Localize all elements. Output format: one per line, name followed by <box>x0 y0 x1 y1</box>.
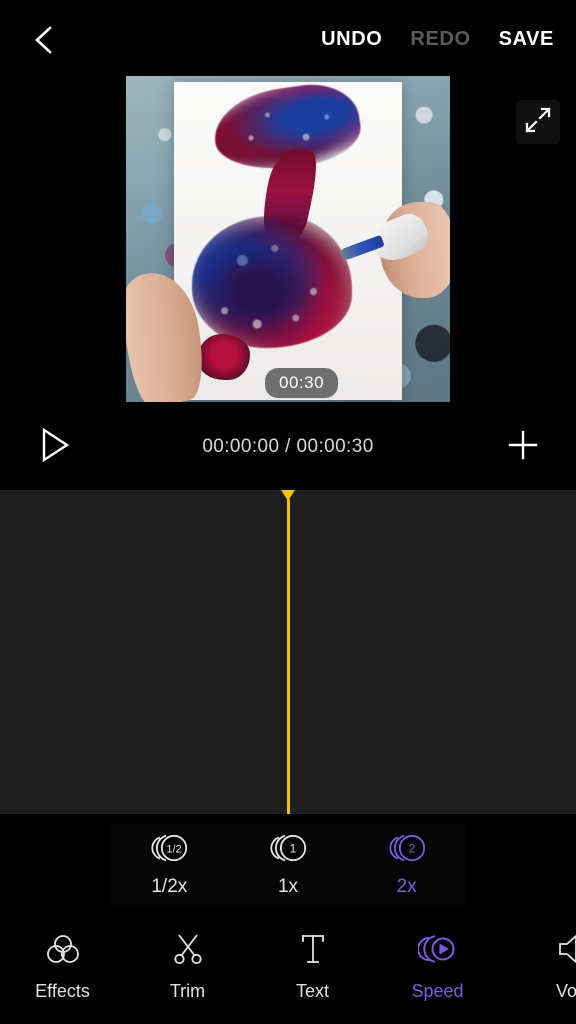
speed-option-label: 1/2x <box>151 876 188 897</box>
preview-stage: 00:30 <box>0 76 576 404</box>
speed-option-double[interactable]: 2 2x <box>359 832 455 898</box>
timeline-track-area[interactable]: 2x <box>0 490 576 814</box>
speed-layers-icon: 1 <box>266 832 310 869</box>
toolbar-item-trim[interactable]: Trim <box>125 932 250 1002</box>
back-button[interactable] <box>18 14 70 66</box>
playhead-line <box>287 499 290 814</box>
duration-badge: 00:30 <box>265 368 339 398</box>
redo-button[interactable]: REDO <box>410 28 470 51</box>
save-button[interactable]: SAVE <box>499 28 554 51</box>
preview-paint-swirl-bottom <box>192 216 352 348</box>
speed-layers-icon: 2 <box>385 832 429 869</box>
undo-button[interactable]: UNDO <box>321 28 382 51</box>
svg-text:2: 2 <box>408 842 415 856</box>
speaker-icon <box>534 932 576 971</box>
speed-play-icon <box>416 932 458 971</box>
toolbar-item-label: Trim <box>169 981 206 1001</box>
video-editor-screen: UNDO REDO SAVE 00:30 00:00:00 / 00:00:30… <box>0 0 576 1024</box>
speed-option-label: 1x <box>277 876 299 897</box>
expand-button[interactable] <box>516 100 560 144</box>
toolbar-item-effects[interactable]: Effects <box>0 932 125 1002</box>
speed-options-panel: 1/2 1/2x 1 1x 2 2x <box>110 824 466 906</box>
video-preview[interactable]: 00:30 <box>126 76 450 402</box>
chevron-left-icon <box>31 24 57 56</box>
toolbar-item-label: Volu <box>555 981 576 1001</box>
preview-paint-drip <box>198 334 250 380</box>
timecode-display: 00:00:00 / 00:00:30 <box>202 436 374 457</box>
toolbar-item-label: Speed <box>411 981 464 1001</box>
speed-option-normal[interactable]: 1 1x <box>240 832 336 898</box>
plus-icon <box>507 429 539 466</box>
venn-circles-icon <box>45 932 81 971</box>
toolbar-item-volume[interactable]: Volu <box>500 932 576 1002</box>
svg-text:1: 1 <box>290 842 297 856</box>
top-bar: UNDO REDO SAVE <box>0 0 576 78</box>
bottom-toolbar: Effects Trim Text Speed Vo <box>0 914 576 1024</box>
speed-layers-icon: 1/2 <box>147 832 191 869</box>
add-clip-button[interactable] <box>498 422 548 472</box>
toolbar-item-text[interactable]: Text <box>250 932 375 1002</box>
scissors-icon <box>170 932 206 971</box>
speed-option-label: 2x <box>396 876 417 897</box>
timeline-playhead[interactable] <box>281 490 295 814</box>
toolbar-item-speed[interactable]: Speed <box>375 932 500 1002</box>
text-t-icon <box>295 932 331 971</box>
svg-text:1/2: 1/2 <box>167 844 182 856</box>
expand-arrows-icon <box>525 106 551 138</box>
toolbar-item-label: Text <box>295 981 329 1001</box>
transport-bar: 00:00:00 / 00:00:30 <box>0 404 576 490</box>
toolbar-item-label: Effects <box>35 981 90 1001</box>
speed-option-half[interactable]: 1/2 1/2x <box>121 832 217 898</box>
top-bar-actions: UNDO REDO SAVE <box>321 0 554 78</box>
